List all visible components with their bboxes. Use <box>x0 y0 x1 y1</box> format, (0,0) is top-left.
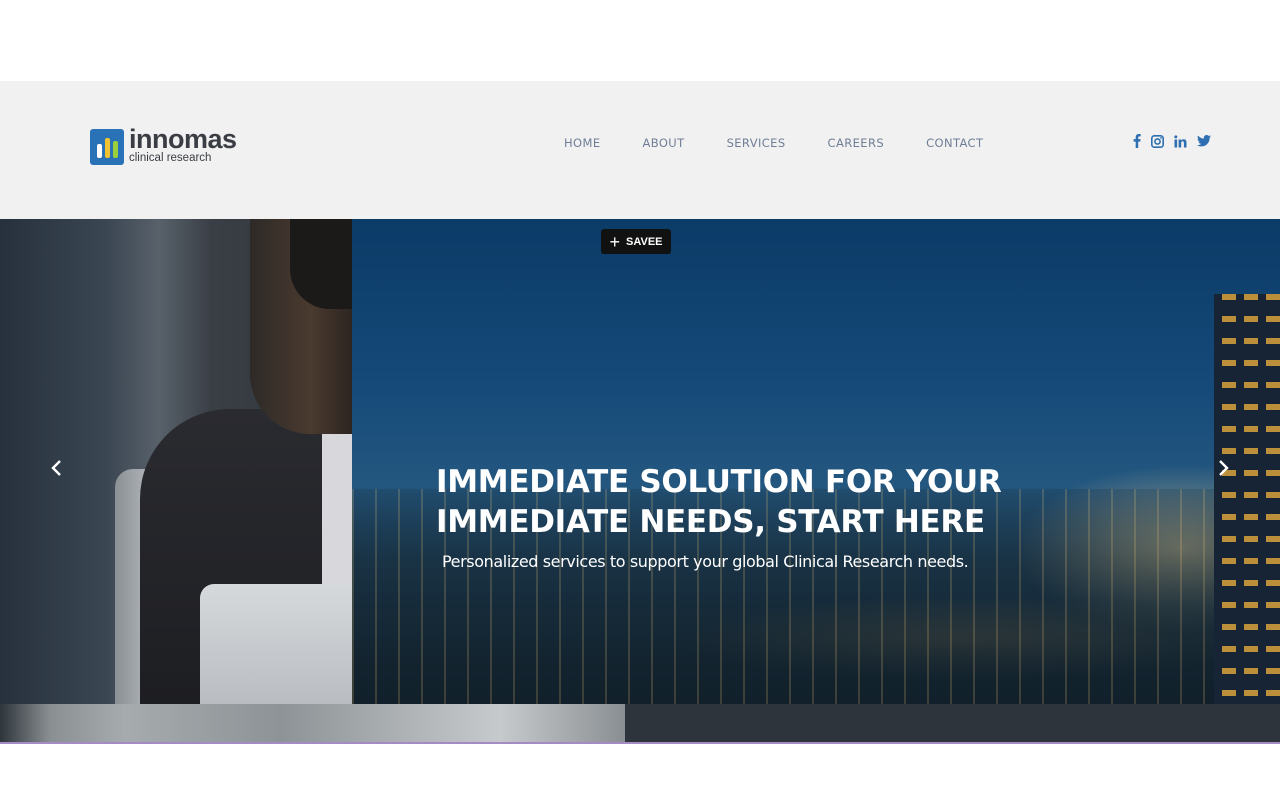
social-links <box>1133 134 1221 148</box>
hero-subtitle: Personalized services to support your gl… <box>442 552 969 571</box>
hero-headline: IMMEDIATE SOLUTION FOR YOUR IMMEDIATE NE… <box>436 462 1036 542</box>
hero-headline-line2: IMMEDIATE NEEDS, START HERE <box>436 504 985 540</box>
logo[interactable]: innomas clinical research <box>90 124 237 165</box>
nav-services[interactable]: SERVICES <box>727 136 786 150</box>
section-dark-strip <box>625 704 1280 743</box>
logo-name: innomas <box>129 124 237 154</box>
chevron-left-icon[interactable] <box>44 456 68 480</box>
save-button[interactable]: + SAVEE <box>601 229 671 254</box>
divider <box>0 742 1280 744</box>
section-image-strip <box>0 704 625 743</box>
nav-home[interactable]: HOME <box>564 136 601 150</box>
main-nav: HOME ABOUT SERVICES CAREERS CONTACT <box>564 136 1025 150</box>
twitter-icon[interactable] <box>1197 135 1211 147</box>
site-header: innomas clinical research HOME ABOUT SER… <box>0 81 1280 219</box>
plus-icon: + <box>609 231 621 252</box>
nav-about[interactable]: ABOUT <box>643 136 685 150</box>
instagram-icon[interactable] <box>1151 134 1164 148</box>
nav-contact[interactable]: CONTACT <box>926 136 983 150</box>
save-button-label: SAVEE <box>626 235 663 248</box>
logo-tagline: clinical research <box>129 152 212 164</box>
chevron-right-icon[interactable] <box>1212 456 1236 480</box>
linkedin-icon[interactable] <box>1174 134 1187 148</box>
hero-headline-line1: IMMEDIATE SOLUTION FOR YOUR <box>436 464 1002 500</box>
facebook-icon[interactable] <box>1133 134 1141 148</box>
nav-careers[interactable]: CAREERS <box>828 136 885 150</box>
logo-mark-icon <box>90 129 124 165</box>
